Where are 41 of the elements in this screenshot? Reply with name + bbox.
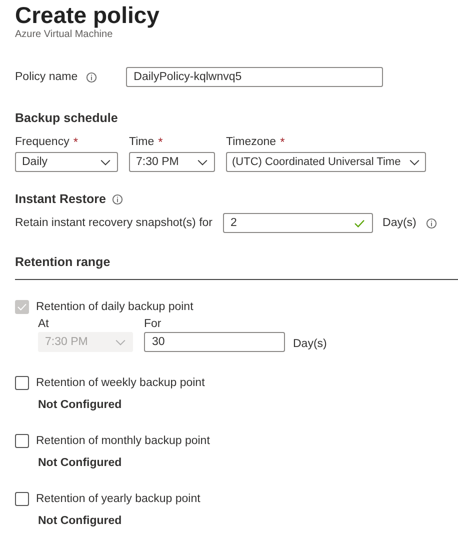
chevron-icon <box>197 158 208 166</box>
required-mark: * <box>158 135 163 149</box>
checkbox[interactable] <box>15 434 29 448</box>
dropdown[interactable]: (UTC) Coordinated Universal Time <box>226 152 426 172</box>
checkbox-label: Retention of weekly backup point <box>36 377 205 389</box>
info-icon[interactable] <box>426 218 438 228</box>
field-label: At <box>38 318 50 330</box>
field-label: Policy name <box>15 71 78 83</box>
status-text: Not Configured <box>38 399 123 411</box>
checkbox[interactable] <box>15 492 29 506</box>
dropdown[interactable]: 7:30 PM <box>129 152 215 172</box>
checkbox-label: Retention of yearly backup point <box>36 493 200 505</box>
status-text: Not Configured <box>38 515 123 527</box>
section-heading: Backup schedule <box>15 111 119 125</box>
section-heading: Instant Restore <box>15 192 106 206</box>
section-heading: Retention range <box>15 255 112 269</box>
checkmark-icon <box>17 303 27 311</box>
info-icon[interactable] <box>86 72 97 82</box>
chevron-icon <box>409 158 420 166</box>
status-text: Not Configured <box>38 457 123 469</box>
page-title: Create policy <box>15 1 160 29</box>
checkbox-label: Retention of monthly backup point <box>36 435 210 447</box>
required-mark: * <box>280 135 285 149</box>
info-icon[interactable] <box>112 194 123 204</box>
dropdown[interactable]: Daily <box>15 152 118 172</box>
unit-label: Day(s) <box>293 338 327 350</box>
field-label: Time <box>129 136 154 148</box>
snapshot-days-field[interactable]: 2 <box>222 213 373 233</box>
field-label: Retain instant recovery snapshot(s) for <box>15 217 213 229</box>
checkbox-label: Retention of daily backup point <box>36 301 194 313</box>
chevron-icon <box>100 158 111 166</box>
dropdown: 7:30 PM <box>38 332 133 352</box>
policy-name-field[interactable]: DailyPolicy-kqlwnvq5 <box>126 67 383 87</box>
field-label: Timezone <box>226 136 276 148</box>
unit-label: Day(s) <box>382 217 416 229</box>
page-subtitle: Azure Virtual Machine <box>15 29 114 40</box>
field-label: For <box>144 318 162 330</box>
checkbox[interactable] <box>15 376 29 390</box>
chevron-icon <box>115 338 126 346</box>
field-label: Frequency <box>15 136 70 148</box>
required-mark: * <box>73 135 78 149</box>
